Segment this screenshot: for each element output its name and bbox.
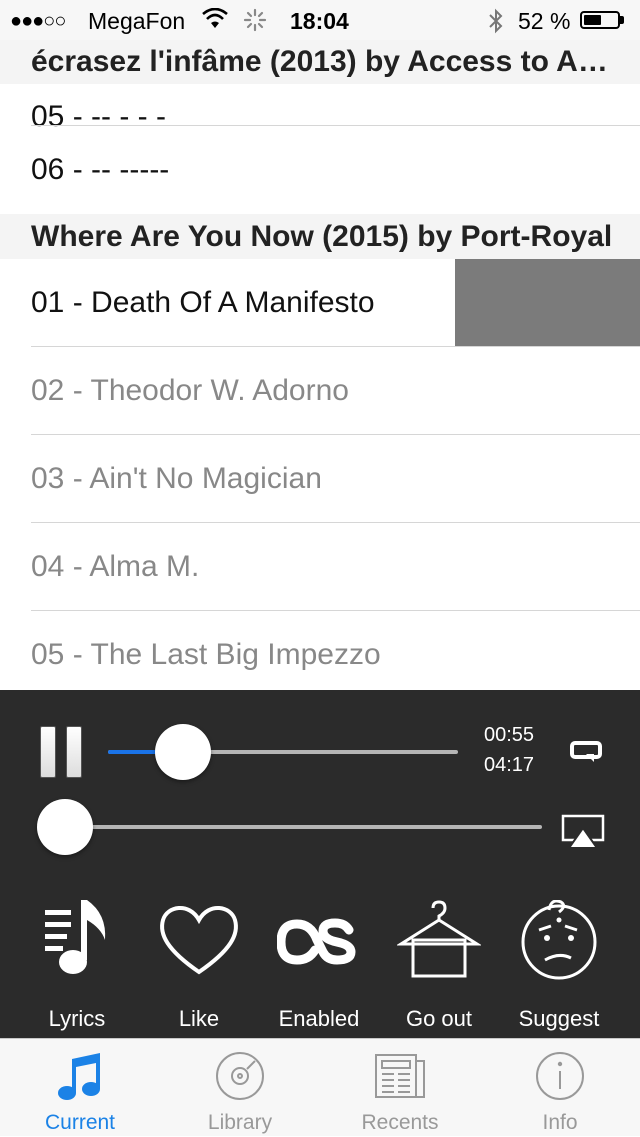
bluetooth-icon bbox=[486, 8, 506, 40]
status-bar: ●●●○○ MegaFon 18:04 52 % bbox=[0, 0, 640, 40]
clock: 18:04 bbox=[290, 8, 349, 34]
list-item[interactable]: 02 - Theodor W. Adorno bbox=[0, 347, 640, 435]
repeat-icon[interactable] bbox=[570, 740, 602, 769]
album-section-header: Where Are You Now (2015) by Port-Royal bbox=[0, 214, 640, 259]
signal-icon: ●●●○○ bbox=[10, 10, 66, 32]
time-display: 00:55 04:17 bbox=[484, 720, 534, 780]
lyrics-button[interactable]: Lyrics bbox=[17, 900, 137, 1031]
list-item[interactable]: 04 - Alma M. bbox=[0, 523, 640, 611]
volume-slider-thumb[interactable] bbox=[37, 799, 94, 855]
lastfm-icon bbox=[259, 900, 379, 980]
suggest-button[interactable]: Suggest bbox=[499, 900, 619, 1031]
go-out-button[interactable]: Go out bbox=[379, 900, 499, 1031]
list-item-current[interactable]: 01 - Death Of A Manifesto bbox=[0, 259, 640, 347]
player-panel: 00:55 04:17 Lyrics Like Enabled Go out S… bbox=[0, 690, 640, 1038]
tab-info[interactable]: Info bbox=[480, 1039, 640, 1137]
pause-button[interactable] bbox=[40, 726, 82, 778]
like-button[interactable]: Like bbox=[139, 900, 259, 1031]
hanger-icon bbox=[379, 900, 499, 980]
list-item[interactable]: 06 - -- ----- bbox=[0, 126, 640, 214]
volume-slider[interactable] bbox=[40, 825, 542, 829]
battery-percent: 52 % bbox=[518, 8, 571, 34]
album-section-header: écrasez l'infâme (2013) by Access to Ara… bbox=[0, 40, 640, 84]
carrier-name: MegaFon bbox=[88, 8, 186, 34]
lyrics-icon bbox=[17, 900, 137, 980]
tab-current[interactable]: Current bbox=[0, 1039, 160, 1137]
airplay-icon[interactable] bbox=[561, 814, 605, 855]
total-time: 04:17 bbox=[484, 754, 535, 776]
elapsed-time: 00:55 bbox=[484, 724, 535, 746]
tab-recents[interactable]: Recents bbox=[320, 1039, 480, 1137]
seek-slider-thumb[interactable] bbox=[154, 724, 211, 780]
confused-face-icon bbox=[499, 900, 619, 980]
list-item[interactable]: 03 - Ain't No Magician bbox=[0, 435, 640, 523]
tab-bar: Current Library Recents Info bbox=[0, 1038, 640, 1136]
list-item[interactable]: 05 - The Last Big Impezzo bbox=[0, 611, 640, 699]
tab-library[interactable]: Library bbox=[160, 1039, 320, 1137]
swipe-action-area[interactable] bbox=[455, 259, 640, 347]
scrobble-toggle[interactable]: Enabled bbox=[259, 900, 379, 1031]
battery-icon bbox=[580, 11, 620, 29]
heart-icon bbox=[139, 900, 259, 980]
activity-spinner-icon bbox=[243, 8, 267, 38]
wifi-icon bbox=[202, 7, 228, 36]
